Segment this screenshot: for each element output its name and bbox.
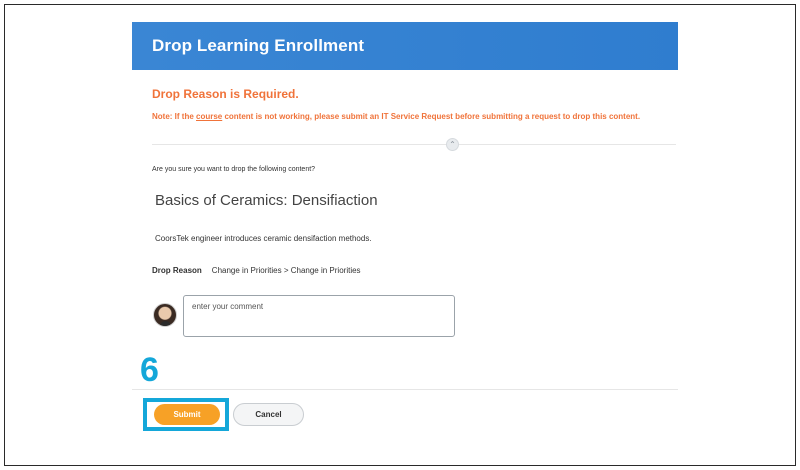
step-number-annotation: 6: [140, 351, 159, 389]
cancel-button[interactable]: Cancel: [233, 403, 304, 426]
avatar-body: [160, 321, 171, 326]
screenshot-frame: [4, 4, 796, 466]
footer-divider: [132, 389, 678, 390]
drop-reason-value: Change in Priorities > Change in Priorit…: [211, 266, 361, 275]
course-description: CoorsTek engineer introduces ceramic den…: [155, 234, 372, 243]
confirm-question: Are you sure you want to drop the follow…: [152, 166, 316, 173]
page-title: Drop Learning Enrollment: [132, 22, 678, 70]
error-note-underlined: course: [196, 112, 223, 121]
drop-reason-label: Drop Reason: [152, 266, 202, 275]
error-note: Note: If the course content is not worki…: [152, 112, 640, 121]
error-note-prefix: Note: If the: [152, 112, 196, 121]
submit-button[interactable]: Submit: [154, 404, 220, 425]
drop-reason-row: Drop Reason Change in Priorities > Change…: [152, 266, 361, 275]
course-title: Basics of Ceramics: Densifiaction: [155, 192, 378, 209]
comment-input[interactable]: [183, 295, 455, 337]
error-note-suffix: content is not working, please submit an…: [222, 112, 641, 121]
chevron-up-icon[interactable]: ⌃: [446, 138, 459, 151]
error-title: Drop Reason is Required.: [152, 87, 299, 101]
avatar: [153, 303, 177, 327]
section-divider: [152, 144, 676, 145]
